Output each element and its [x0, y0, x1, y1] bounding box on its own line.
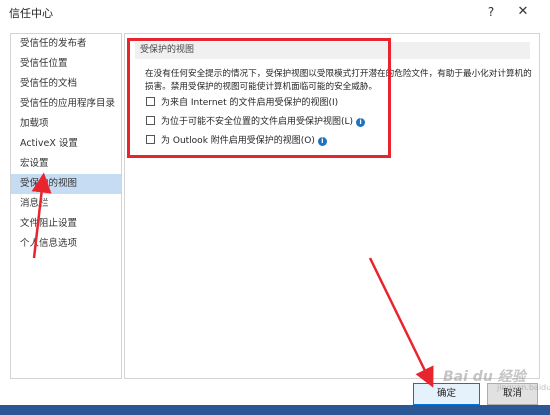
option-internet-files[interactable]: 为来自 Internet 的文件启用受保护的视图(I) [146, 96, 338, 110]
sidebar-item-privacy-options[interactable]: 个人信息选项 [11, 234, 121, 254]
sidebar: 受信任的发布者 受信任位置 受信任的文档 受信任的应用程序目录 加载项 Acti… [10, 33, 122, 379]
sidebar-item-trusted-documents[interactable]: 受信任的文档 [11, 74, 121, 94]
option-label: 为来自 Internet 的文件启用受保护的视图(I) [161, 98, 339, 108]
sidebar-item-message-bar[interactable]: 消息栏 [11, 194, 121, 214]
sidebar-item-trusted-locations[interactable]: 受信任位置 [11, 54, 121, 74]
sidebar-item-activex-settings[interactable]: ActiveX 设置 [11, 134, 121, 154]
section-description: 在没有任何安全提示的情况下，受保护视图以受限模式打开潜在的危险文件，有助于最小化… [145, 69, 532, 92]
sidebar-item-macro-settings[interactable]: 宏设置 [11, 154, 121, 174]
sidebar-item-trusted-publishers[interactable]: 受信任的发布者 [11, 34, 121, 54]
info-icon: i [317, 137, 327, 146]
option-unsafe-locations[interactable]: 为位于可能不安全位置的文件启用受保护视图(L) i [146, 115, 366, 129]
info-icon: i [356, 118, 366, 127]
sidebar-item-add-ins[interactable]: 加载项 [11, 114, 121, 134]
sidebar-item-protected-view[interactable]: 受保护的视图 [11, 174, 121, 194]
title-bar: 信任中心 ? ✕ [0, 0, 550, 24]
section-title: 受保护的视图 [135, 42, 530, 59]
taskbar-strip [0, 405, 550, 415]
watermark-url: jingyan.baidu.com [497, 383, 550, 392]
checkbox[interactable] [146, 116, 155, 125]
sidebar-item-file-block-settings[interactable]: 文件阻止设置 [11, 214, 121, 234]
checkbox[interactable] [146, 135, 155, 144]
sidebar-item-trusted-app-catalogs[interactable]: 受信任的应用程序目录 [11, 94, 121, 114]
checkbox[interactable] [146, 97, 155, 106]
ok-button[interactable]: 确定 [413, 383, 480, 405]
help-button[interactable]: ? [482, 3, 500, 21]
settings-panel: 受保护的视图 在没有任何安全提示的情况下，受保护视图以受限模式打开潜在的危险文件… [124, 33, 540, 379]
option-label: 为位于可能不安全位置的文件启用受保护视图(L) [161, 117, 354, 127]
close-button[interactable]: ✕ [513, 2, 533, 22]
option-label: 为 Outlook 附件启用受保护的视图(O) [161, 136, 315, 146]
option-outlook-attachments[interactable]: 为 Outlook 附件启用受保护的视图(O) i [146, 134, 327, 148]
window-title: 信任中心 [9, 7, 53, 20]
